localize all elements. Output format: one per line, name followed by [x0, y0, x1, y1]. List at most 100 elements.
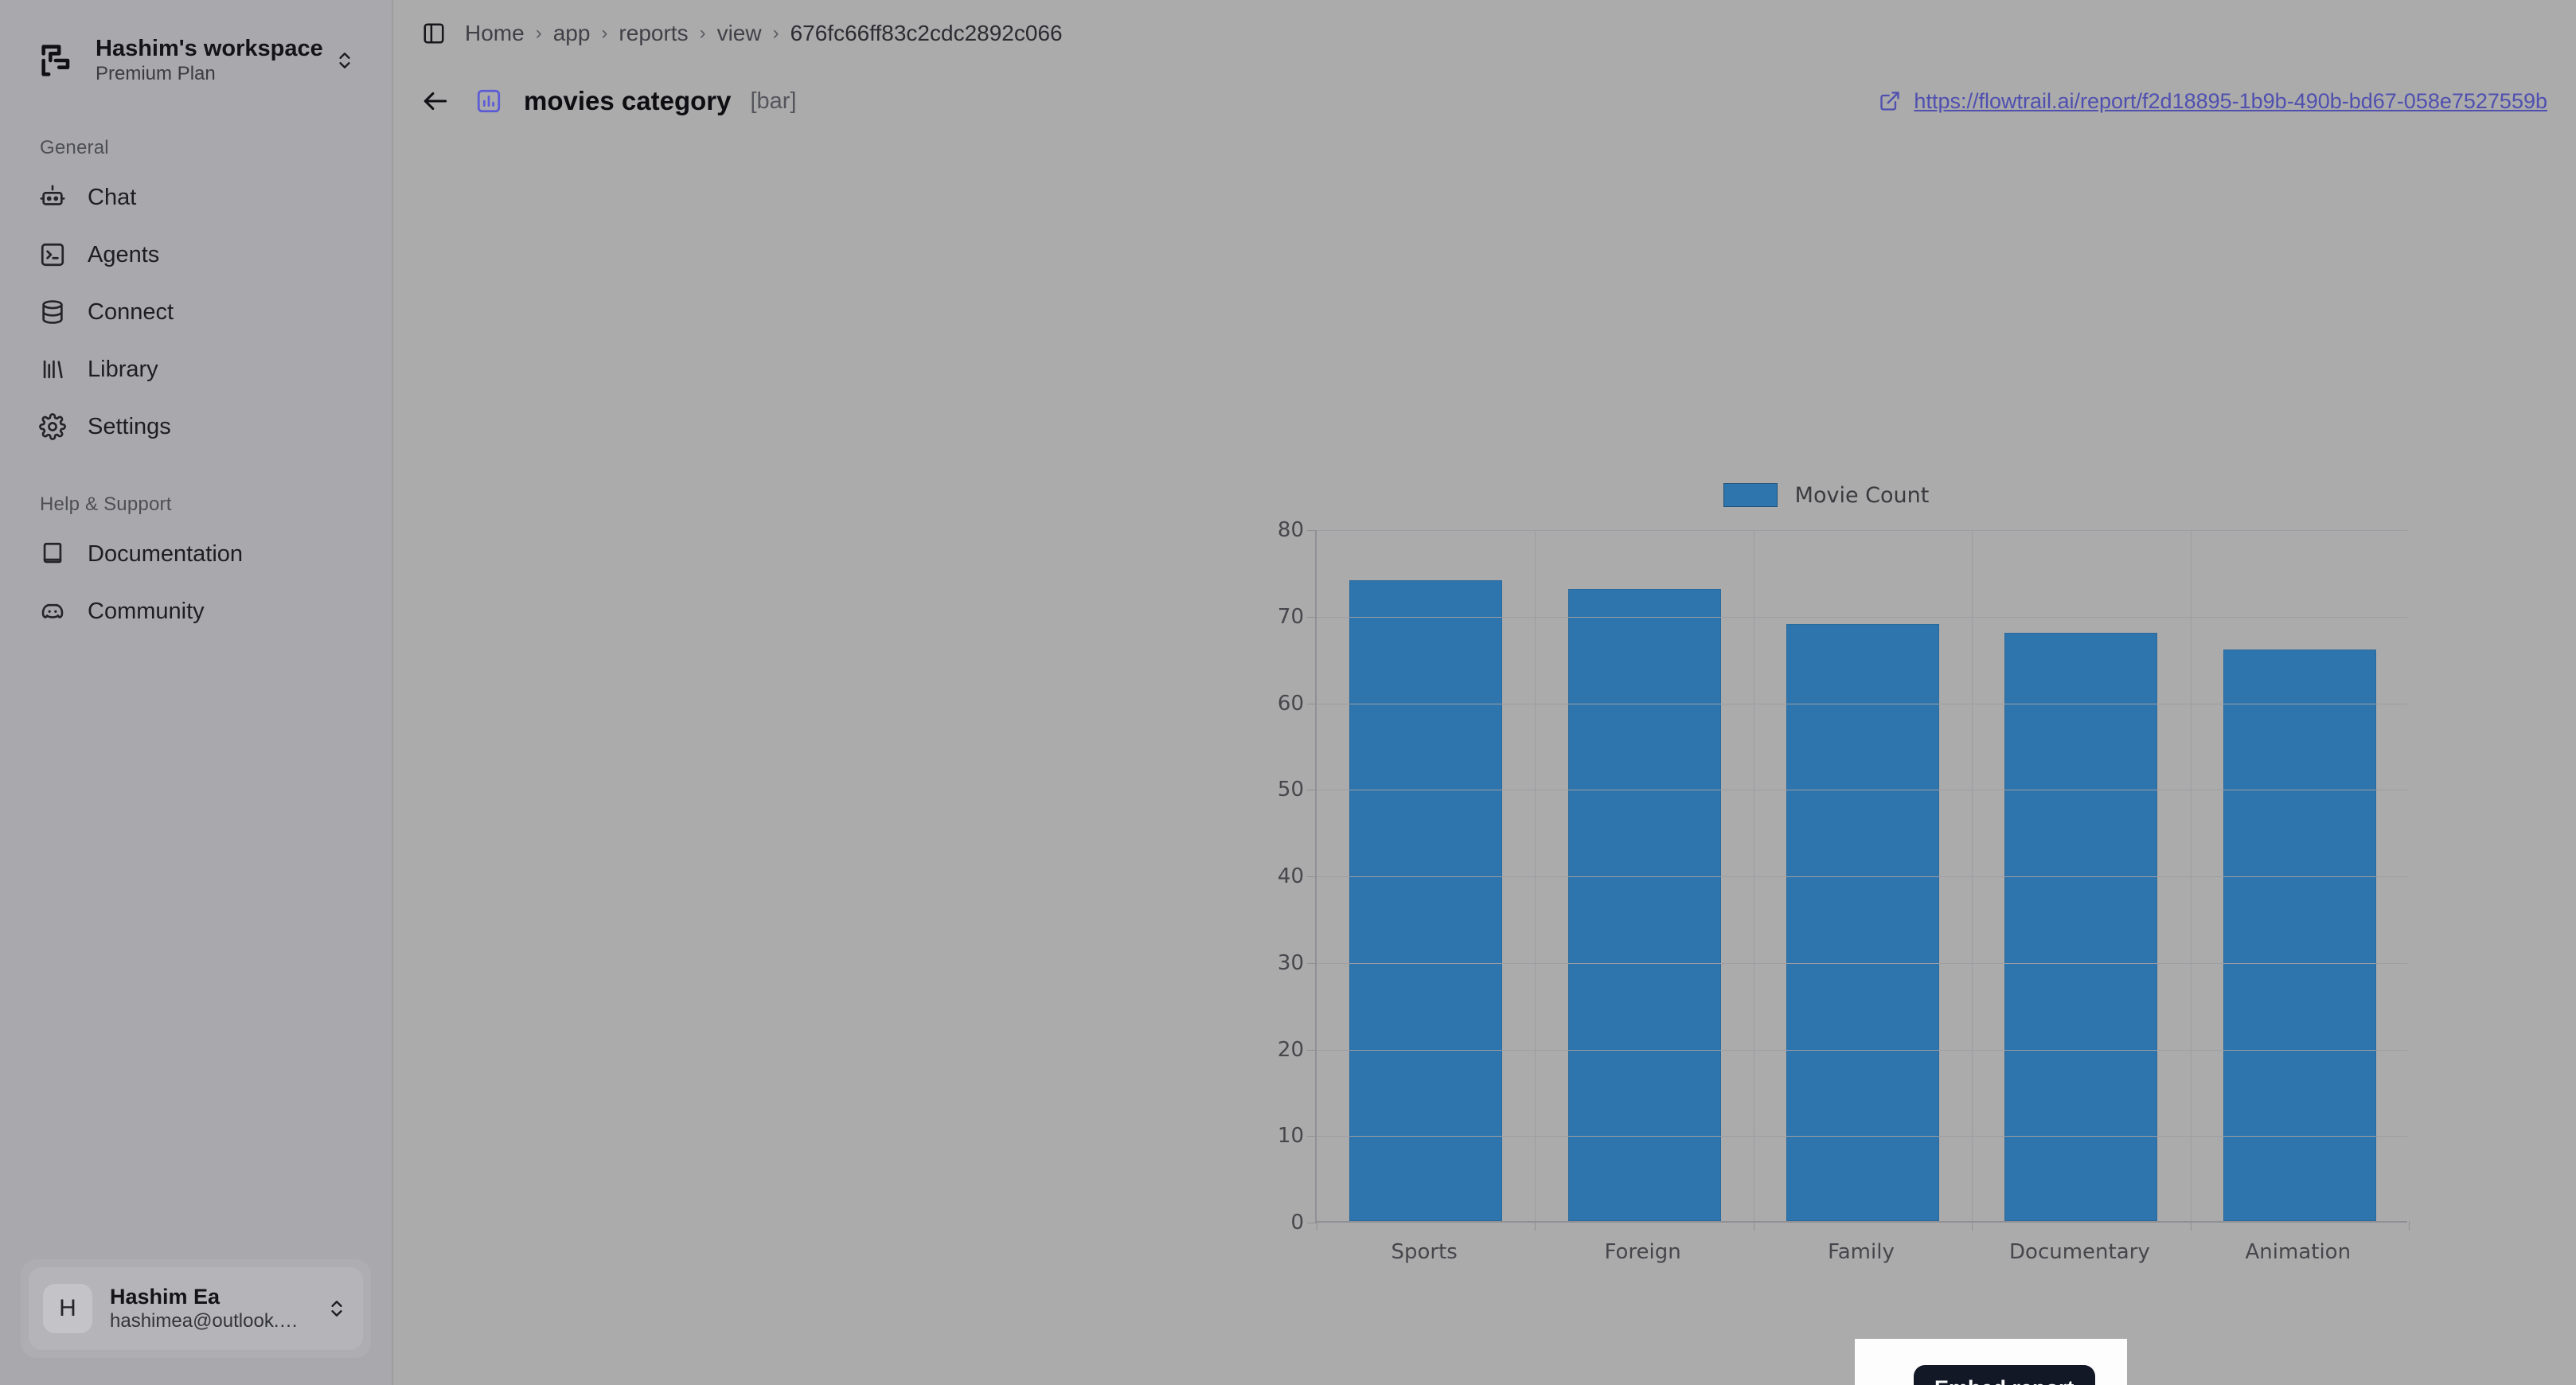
report-url-link[interactable]: https://flowtrail.ai/report/f2d18895-1b9…: [1914, 89, 2547, 114]
breadcrumb-separator: ›: [535, 22, 542, 44]
workspace-switcher[interactable]: Hashim's workspace Premium Plan: [21, 22, 371, 99]
sidebar-item-label: Library: [88, 356, 158, 382]
gridline-vertical: [1535, 530, 1536, 1221]
user-section: H Hashim Ea hashimea@outlook.com: [21, 1259, 371, 1358]
y-axis-tick: [1307, 616, 1317, 618]
gridline-vertical: [1972, 530, 1973, 1221]
report-link-wrap[interactable]: https://flowtrail.ai/report/f2d18895-1b9…: [1877, 88, 2547, 114]
y-axis-tick-label: 0: [1290, 1211, 1304, 1235]
sidebar-item-chat[interactable]: Chat: [18, 169, 374, 226]
user-account-switcher[interactable]: H Hashim Ea hashimea@outlook.com: [29, 1267, 363, 1350]
bar-series: [1317, 530, 2407, 1221]
y-axis-tick: [1307, 876, 1317, 877]
gear-icon: [38, 412, 67, 441]
sidebar-item-connect[interactable]: Connect: [18, 283, 374, 341]
user-text: Hashim Ea hashimea@outlook.com: [110, 1284, 307, 1333]
book-icon: [38, 540, 67, 568]
gridline-horizontal: [1317, 530, 2407, 531]
sidebar-item-label: Chat: [88, 184, 137, 210]
x-axis-tick-label: Foreign: [1604, 1240, 1681, 1264]
sidebar-item-label: Community: [88, 598, 205, 624]
breadcrumb-separator: ›: [699, 22, 706, 44]
sidebar-item-library[interactable]: Library: [18, 341, 374, 398]
y-axis-tick: [1307, 962, 1317, 964]
y-axis-tick: [1307, 1136, 1317, 1137]
bar[interactable]: [1786, 623, 1940, 1221]
y-axis-tick: [1307, 1049, 1317, 1051]
breadcrumb-separator: ›: [601, 22, 608, 44]
sidebar-item-settings[interactable]: Settings: [18, 398, 374, 455]
page-title: movies category: [524, 86, 732, 115]
sidebar-item-community[interactable]: Community: [18, 583, 374, 640]
chart-legend: Movie Count: [1245, 478, 2407, 513]
discord-icon: [38, 597, 67, 626]
workspace-plan: Premium Plan: [96, 63, 216, 85]
legend-swatch: [1723, 483, 1778, 507]
report-title-bar: movies category [bar] https://flowtrail.…: [393, 67, 2576, 135]
nav-list-general: Chat Agents Connect Library Settings: [0, 169, 392, 455]
x-axis-tick: [2409, 1221, 2410, 1231]
x-axis-tick-label: Sports: [1391, 1240, 1458, 1264]
breadcrumb-item-home[interactable]: Home: [465, 21, 525, 46]
y-axis-tick-label: 40: [1277, 864, 1304, 888]
x-axis-tick: [1535, 1221, 1536, 1231]
sidebar-item-label: Agents: [88, 241, 160, 267]
bot-icon: [38, 183, 67, 212]
breadcrumb-bar: Home › app › reports › view › 676fc66ff8…: [393, 0, 2576, 67]
terminal-square-icon: [38, 240, 67, 269]
library-bars-icon: [38, 355, 67, 384]
y-axis-tick: [1307, 530, 1317, 531]
gridline-horizontal: [1317, 876, 2407, 877]
arrow-left-icon[interactable]: [417, 83, 454, 119]
y-axis-tick-label: 60: [1277, 691, 1304, 716]
x-axis-tick-label: Documentary: [2009, 1240, 2150, 1264]
y-axis-tick-label: 50: [1277, 778, 1304, 802]
plot-area: [1307, 530, 2410, 1231]
flowtrail-logo-icon: [35, 38, 80, 83]
embed-report-tooltip: Embed report: [1914, 1365, 2095, 1385]
y-axis-tick-label: 10: [1277, 1124, 1304, 1149]
workspace-text: Hashim's workspace Premium Plan: [96, 35, 323, 86]
nav-list-help: Documentation Community: [0, 525, 392, 640]
y-axis-tick-label: 30: [1277, 950, 1304, 975]
avatar: H: [43, 1284, 92, 1333]
breadcrumb: Home › app › reports › view › 676fc66ff8…: [465, 21, 1063, 46]
workspace-name: Hashim's workspace: [96, 35, 323, 61]
breadcrumb-item-reports[interactable]: reports: [619, 21, 688, 46]
chevron-up-down-icon[interactable]: [333, 49, 357, 72]
y-axis-labels: 0 10 20 30 40 50 60 70 80: [1245, 518, 1315, 1235]
chart-stage: Movie Count 0 10 20 30 40 50 60 70 80 Sports Fore…: [393, 135, 2576, 1385]
external-link-icon: [1877, 88, 1903, 114]
bar[interactable]: [1567, 589, 1721, 1221]
y-axis-tick-label: 20: [1277, 1037, 1304, 1062]
gridline-horizontal: [1317, 1049, 2407, 1051]
report-kind-badge: [bar]: [750, 88, 797, 114]
x-axis-labels: Sports Foreign Family Documentary Animation: [1315, 1240, 2407, 1280]
gridline-horizontal: [1317, 1136, 2407, 1137]
sidebar-item-documentation[interactable]: Documentation: [18, 525, 374, 583]
chevron-up-down-icon[interactable]: [325, 1297, 349, 1321]
sidebar-item-label: Connect: [88, 298, 174, 325]
sidebar-item-label: Documentation: [88, 540, 244, 567]
panel-left-icon[interactable]: [417, 17, 451, 50]
bar-chart: Movie Count 0 10 20 30 40 50 60 70 80 Sports Fore…: [1245, 478, 2410, 1289]
sidebar: Hashim's workspace Premium Plan General: [0, 0, 393, 1385]
bar-chart-icon: [473, 85, 505, 117]
y-axis-tick-label: 70: [1277, 604, 1304, 629]
sidebar-item-label: Settings: [88, 413, 171, 439]
breadcrumb-separator: ›: [772, 22, 779, 44]
app-root: Hashim's workspace Premium Plan General: [0, 0, 2576, 1385]
plot-area-wrap: 0 10 20 30 40 50 60 70 80 Sports Foreign Family Doc…: [1245, 518, 2410, 1289]
breadcrumb-item-app[interactable]: app: [553, 21, 591, 46]
gridline-horizontal: [1317, 962, 2407, 964]
bar[interactable]: [1349, 580, 1503, 1221]
breadcrumb-item-view[interactable]: view: [717, 21, 762, 46]
x-axis-tick: [2190, 1221, 2192, 1231]
user-email: hashimea@outlook.com: [110, 1310, 307, 1332]
bar[interactable]: [2004, 632, 2158, 1221]
x-axis-tick-label: Family: [1828, 1240, 1895, 1264]
main-content: Home › app › reports › view › 676fc66ff8…: [393, 0, 2576, 1385]
sidebar-item-agents[interactable]: Agents: [18, 226, 374, 283]
nav-section-help-label: Help & Support: [40, 494, 172, 515]
